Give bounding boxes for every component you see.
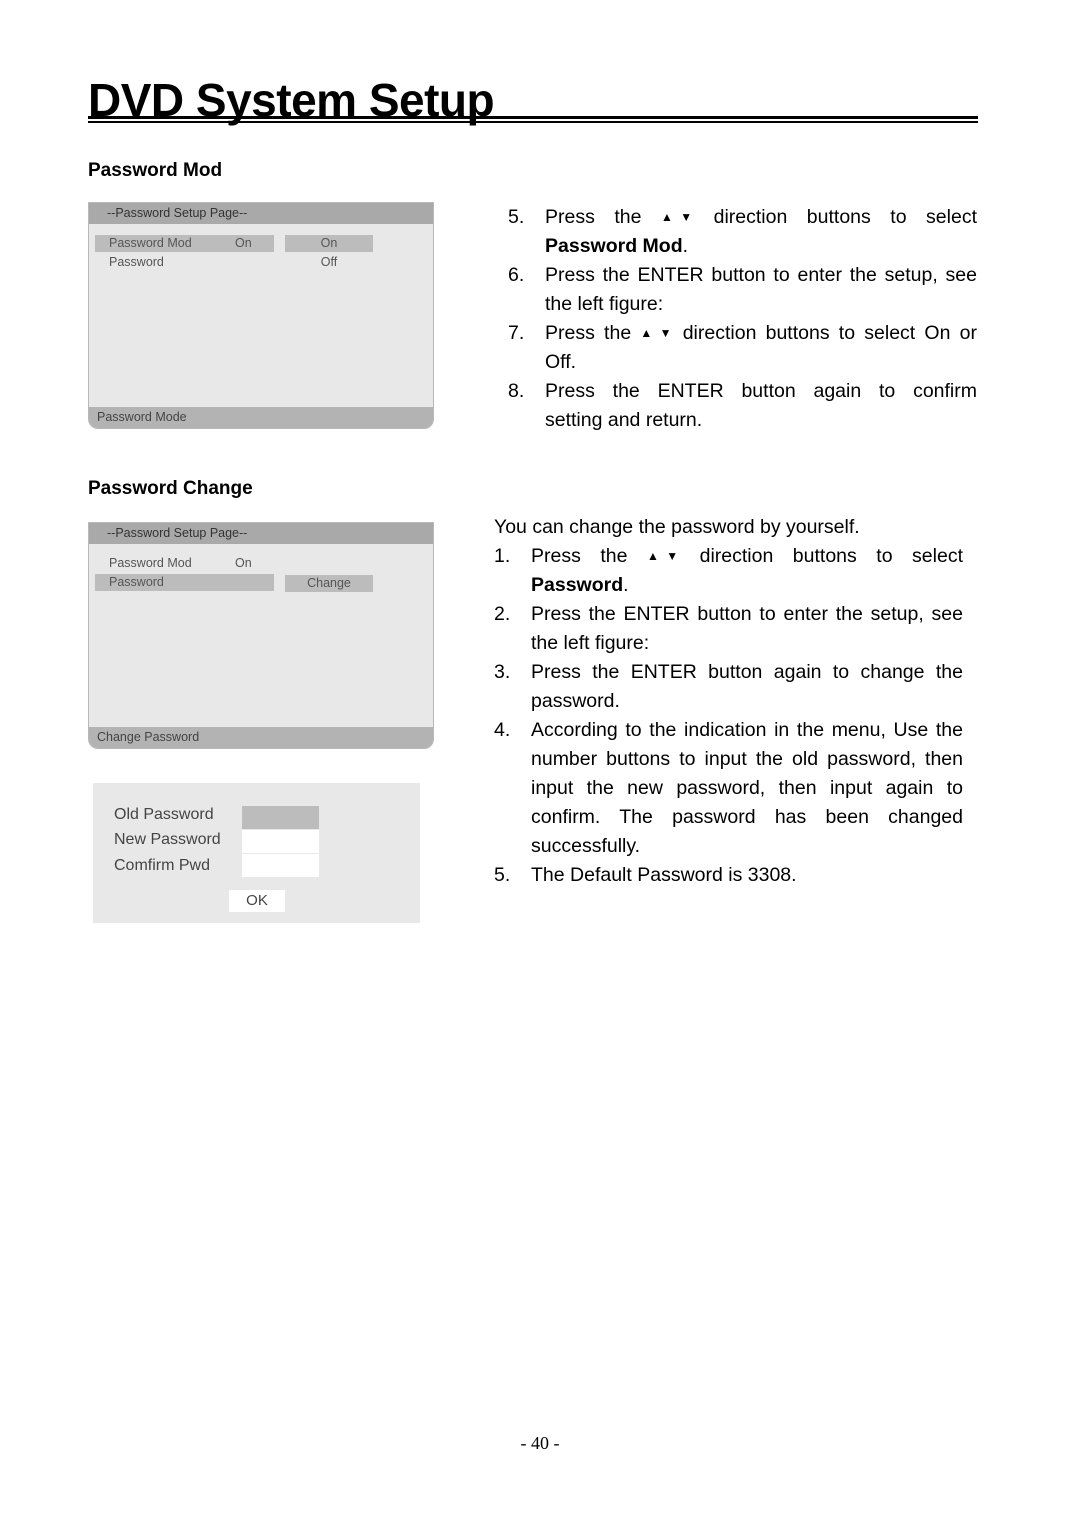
osd-row-label: Password Mod [109,236,192,250]
old-password-label: Old Password [114,806,214,823]
step-number: 1. [494,545,511,567]
step-text-part: direction buttons to select [699,545,963,567]
osd-header: --Password Setup Page-- [89,203,433,224]
section-heading-password-mod: Password Mod [88,160,223,181]
osd-row-label: Password [109,255,164,269]
step-number: 3. [494,661,511,683]
step-line: The Default Password is 3308. [531,864,797,886]
step-text: According to the indication in the menu,… [531,716,963,861]
step-text-part: Press the [531,545,628,567]
osd-row-label: Password [109,575,164,589]
step-line: Off. [545,351,577,373]
osd-row-highlight: Password Mod On [95,235,274,252]
osd-footer: Change Password [89,727,433,748]
step-number: 6. [508,264,525,286]
step-line: the left figure: [531,632,650,654]
osd-row-value: On [235,556,252,570]
ok-button[interactable]: OK [229,890,285,912]
page-title: DVD System Setup [88,74,495,126]
osd-row-highlight: Password [95,574,274,591]
step-text-part: Press the [545,322,632,344]
osd-password-setup-change: --Password Setup Page-- Password Mod On … [88,522,434,749]
title-rule-thick [88,116,978,119]
change-password-dialog: Old Password New Password Comfirm Pwd OK [93,783,420,923]
step-line: Press the ▲ ▼ direction buttons to selec… [531,542,963,571]
osd-row-cell: Password Mod On [95,555,274,572]
step-line: password. [531,690,620,712]
step-line: the left figure: [545,293,664,315]
step-line: Press the ▲ ▼ direction buttons to selec… [545,203,977,232]
osd-option-change[interactable]: Change [285,575,373,592]
step-text: Press the ENTER button again to confirm … [545,377,977,435]
intro-text: You can change the password by yourself. [494,516,860,538]
step-text: Press the ▲ ▼ direction buttons to selec… [545,203,977,261]
page-number: - 40 - [520,1433,560,1453]
step-number: 5. [494,864,511,886]
osd-option-off[interactable]: Off [285,254,373,271]
osd-row-value: On [235,236,252,250]
step-text: The Default Password is 3308. [531,861,963,890]
old-password-field[interactable] [242,806,319,829]
step-bold-term: Password Mod [545,235,683,257]
step-number: 4. [494,719,511,741]
step-line: Password Mod. [545,232,977,261]
step-line: Press the ENTER button to enter the setu… [531,603,963,625]
new-password-label: New Password [114,831,221,848]
step-line: Password. [531,571,963,600]
confirm-password-label: Comfirm Pwd [114,857,211,874]
step-line: According to the indication in the menu,… [531,719,963,741]
step-line: Press the ENTER button again to confirm [545,380,977,402]
step-line: setting and return. [545,409,703,431]
step-text-part: direction buttons to select On or [682,322,977,344]
osd-option-on[interactable]: On [285,235,373,252]
step-line: input the new password, then input again… [531,777,963,799]
step-line: number buttons to input the old password… [531,748,963,770]
step-text: Press the ENTER button to enter the setu… [531,600,963,658]
up-down-arrows-icon: ▲ ▼ [646,549,681,563]
step-text: Press the ENTER button to enter the setu… [545,261,977,319]
step-bold-term: Password [531,574,624,596]
step-text-part: direction buttons to select [713,206,977,228]
step-number: 8. [508,380,525,402]
step-line: Press the ENTER button again to change t… [531,661,963,683]
step-text: Press the ENTER button again to change t… [531,658,963,716]
osd-password-setup-mod: --Password Setup Page-- Password Mod On … [88,202,434,429]
step-line: confirm. The password has been changed [531,806,963,828]
up-down-arrows-icon: ▲ ▼ [640,326,674,340]
step-text: Press the ▲ ▼ direction buttons to selec… [531,542,963,600]
osd-row-cell: Password [95,254,274,271]
new-password-field[interactable] [242,830,319,853]
section-heading-password-change: Password Change [88,478,253,499]
step-number: 2. [494,603,511,625]
step-number: 5. [508,206,525,228]
step-line: Press the ▲ ▼ direction buttons to selec… [545,319,977,348]
osd-header: --Password Setup Page-- [89,523,433,544]
step-number: 7. [508,322,525,344]
step-line: Press the ENTER button to enter the setu… [545,264,977,286]
step-line: successfully. [531,835,641,857]
title-rule-thin [88,121,978,123]
step-text-part: Press the [545,206,642,228]
step-text-part: . [623,574,629,596]
step-text-part: . [682,235,689,257]
step-text: Press the ▲ ▼ direction buttons to selec… [545,319,977,377]
confirm-password-field[interactable] [242,854,319,877]
osd-footer: Password Mode [89,407,433,428]
osd-row-label: Password Mod [109,556,192,570]
up-down-arrows-icon: ▲ ▼ [660,210,695,224]
